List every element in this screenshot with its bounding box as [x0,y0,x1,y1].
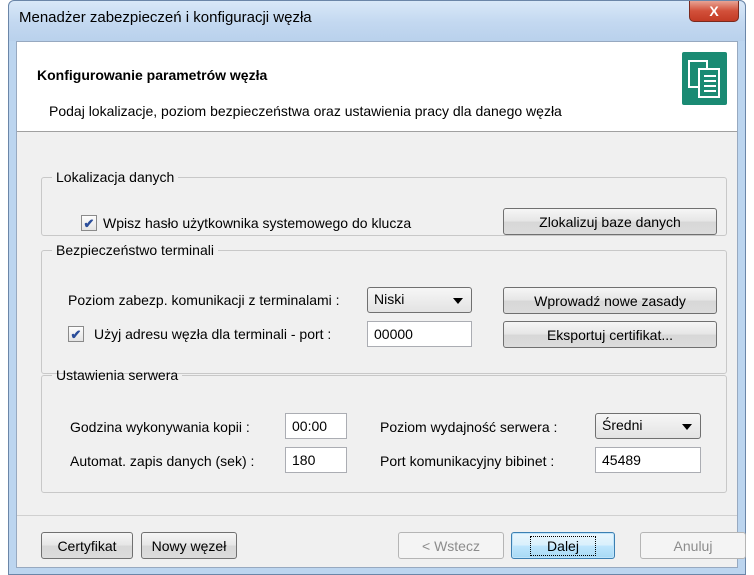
close-icon: X [709,3,719,19]
security-level-value: Niski [374,291,405,307]
locate-database-button[interactable]: Zlokalizuj baze danych [503,208,717,235]
autosave-label: Automat. zapis danych (sek) : [70,453,255,469]
cancel-button[interactable]: Anuluj [640,532,746,559]
bibinet-port-input[interactable] [595,447,701,473]
server-settings-legend: Ustawienia serwera [56,367,179,383]
system-password-label: Wpisz hasło użytkownika systemowego do k… [103,215,412,231]
server-performance-value: Średni [602,417,643,433]
close-button[interactable]: X [689,1,739,22]
system-password-checkbox[interactable]: ✔ [81,215,97,231]
chevron-down-icon [453,298,463,304]
wizard-header: Konfigurowanie parametrów węzła Podaj lo… [17,42,737,132]
next-button-label: Dalej [530,535,596,556]
data-location-group: Lokalizacja danych ✔ Wpisz hasło użytkow… [41,169,727,236]
export-certificate-button[interactable]: Eksportuj certifikat... [503,321,717,348]
new-rules-button[interactable]: Wprowadź nowe zasady [503,287,717,314]
backup-time-label: Godzina wykonywania kopii : [70,419,250,435]
certificate-button[interactable]: Certyfikat [41,532,133,559]
dialog-content: Konfigurowanie parametrów węzła Podaj lo… [16,41,746,568]
checkmark-icon: ✔ [70,326,82,342]
header-subtitle: Podaj lokalizacje, poziom bezpieczeństwa… [49,103,562,119]
terminal-port-input[interactable] [367,321,472,347]
documents-icon [682,52,727,105]
autosave-input[interactable] [285,447,347,473]
server-performance-select[interactable]: Średni [595,413,701,439]
title-bar[interactable]: Menadżer zabezpieczeń i konfiguracji węz… [9,1,745,41]
header-title: Konfigurowanie parametrów węzła [37,67,268,83]
security-level-select[interactable]: Niski [367,287,472,313]
data-location-legend: Lokalizacja danych [56,169,175,185]
terminal-security-group: Bezpieczeństwo terminali Poziom zabezp. … [41,242,727,374]
dialog-window: Menadżer zabezpieczeń i konfiguracji węz… [8,0,746,575]
back-button[interactable]: < Wstecz [398,532,504,559]
chevron-down-icon [682,424,692,430]
server-settings-group: Ustawienia serwera Godzina wykonywania k… [41,367,727,493]
server-performance-label: Poziom wydajność serwera : [380,419,558,435]
security-level-label: Poziom zabezp. komunikacji z terminalami… [68,292,340,308]
next-button[interactable]: Dalej [511,532,615,559]
footer-divider [17,515,737,516]
use-node-address-checkbox[interactable]: ✔ [68,326,84,342]
window-title: Menadżer zabezpieczeń i konfiguracji węz… [19,9,312,26]
terminal-security-legend: Bezpieczeństwo terminali [56,242,214,258]
checkmark-icon: ✔ [83,215,95,231]
bibinet-port-label: Port komunikacyjny bibinet : [380,453,555,469]
new-node-button[interactable]: Nowy węzeł [141,532,237,559]
use-node-address-label: Użyj adresu węzła dla terminali - port : [94,326,332,342]
backup-time-input[interactable] [285,413,347,439]
